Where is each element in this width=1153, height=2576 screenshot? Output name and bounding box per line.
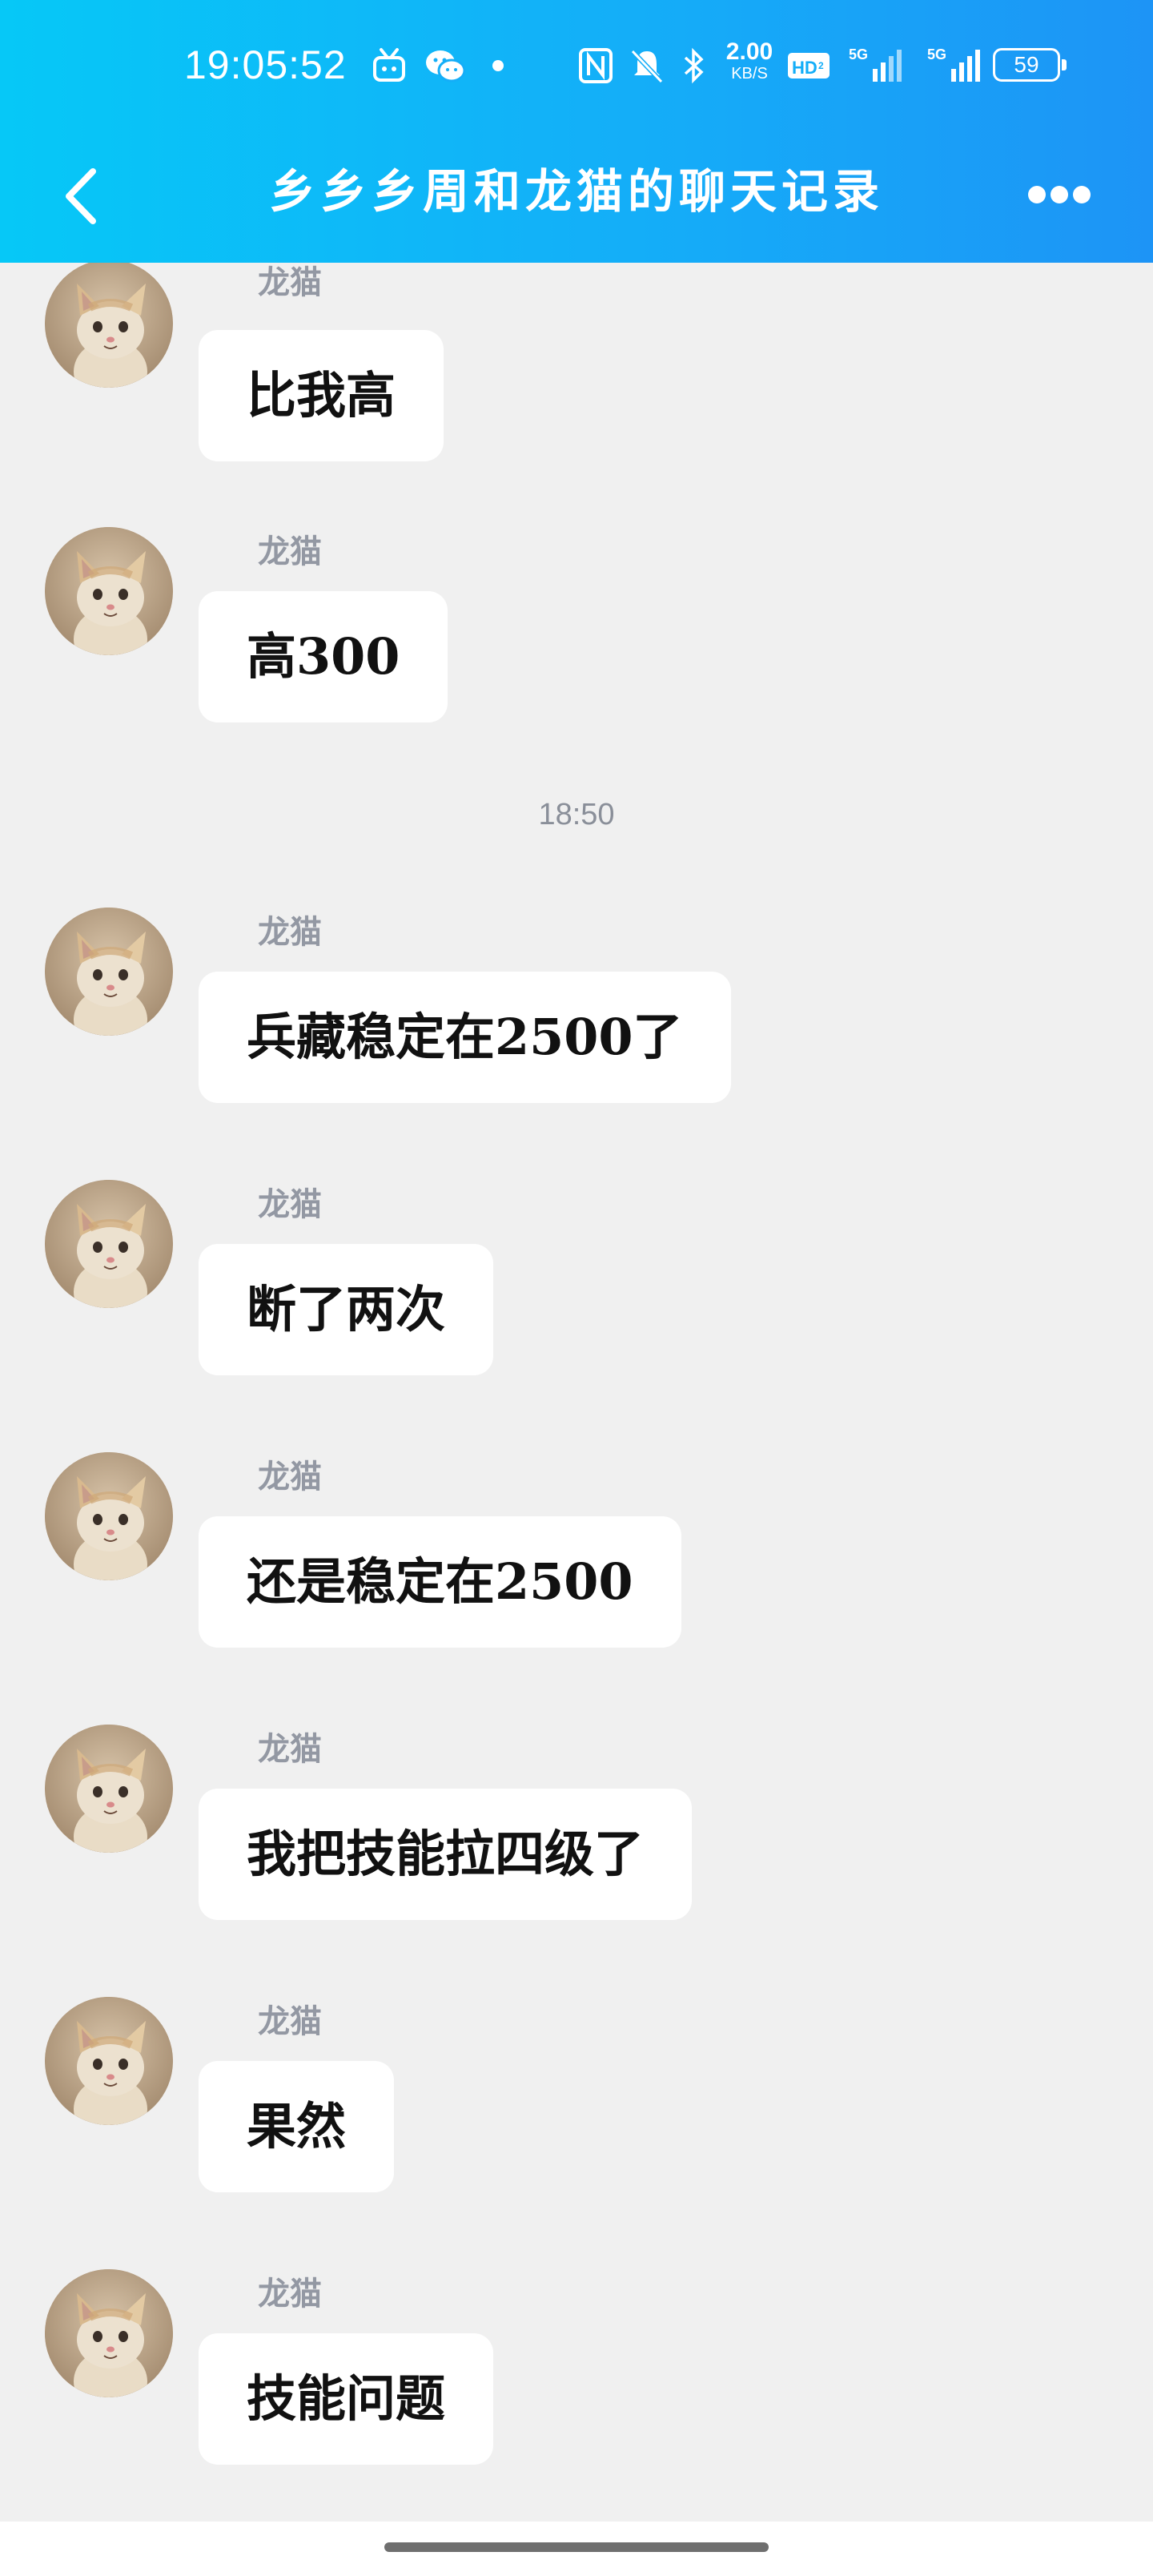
nav-bar: 乡乡乡周和龙猫的聊天记录 [0,131,1153,263]
status-bar: 19:05:52 2.00 KB/S HD 2 5G 5G 59 [0,0,1153,131]
message-bubble[interactable]: 断了两次 [199,1244,494,1375]
signal-5g-icon: 5G [927,46,980,82]
avatar[interactable] [45,2269,173,2397]
message-row: 龙猫 果然 [0,1997,1153,2237]
mute-icon [630,49,664,84]
message-bubble[interactable]: 我把技能拉四级了 [199,1789,693,1920]
message-row: 龙猫 高300 [0,527,1153,767]
sender-name: 龙猫 [258,2275,322,2312]
sender-name: 龙猫 [258,264,322,301]
message-bubble[interactable]: 还是稳定在2500 [199,1516,681,1648]
home-indicator[interactable] [384,2542,769,2552]
tv-icon [373,48,405,82]
wechat-icon [426,50,466,83]
avatar[interactable] [45,1725,173,1853]
sender-name: 龙猫 [258,913,322,951]
avatar[interactable] [45,1180,173,1308]
battery-indicator: 59 [993,48,1067,82]
message-row: 龙猫 兵藏稳定在2500了 [0,908,1153,1148]
message-bubble[interactable]: 比我高 [199,330,444,461]
message-row: 龙猫 我把技能拉四级了 [0,1725,1153,1965]
message-bubble[interactable]: 兵藏稳定在2500了 [199,972,731,1103]
sender-name: 龙猫 [258,2002,322,2040]
network-speed: 2.00 KB/S [725,38,773,83]
svg-text:5G: 5G [849,46,868,62]
chat-history[interactable]: 龙猫 比我高 龙猫 高300 18:50 龙猫 兵藏稳定在2500了 龙猫 断了… [0,263,1153,2522]
avatar[interactable] [45,527,173,655]
dot-icon [492,60,504,71]
avatar[interactable] [45,263,173,388]
svg-text:2: 2 [818,60,824,71]
message-row: 龙猫 断了两次 [0,1180,1153,1420]
message-bubble[interactable]: 技能问题 [199,2333,494,2465]
sender-name: 龙猫 [258,1458,322,1495]
message-timestamp: 18:50 [538,798,615,831]
message-bubble[interactable]: 果然 [199,2061,395,2192]
message-row: 龙猫 比我高 [0,263,1153,503]
top-bar: 19:05:52 2.00 KB/S HD 2 5G 5G 59 乡乡乡周和龙猫… [0,0,1153,263]
sender-name: 龙猫 [258,533,322,570]
hd-icon: HD 2 [788,53,830,78]
sender-name: 龙猫 [258,1185,322,1223]
status-time: 19:05:52 [184,42,347,87]
svg-text:HD: HD [792,58,818,78]
bottom-bar [0,2522,1153,2576]
page-title: 乡乡乡周和龙猫的聊天记录 [268,164,884,219]
avatar[interactable] [45,1997,173,2125]
avatar[interactable] [45,1452,173,1580]
signal-5g-icon: 5G [849,46,902,82]
message-row: 龙猫 技能问题 [0,2269,1153,2510]
message-row: 龙猫 还是稳定在2500 [0,1452,1153,1693]
chevron-left-icon[interactable] [48,160,120,232]
bluetooth-icon [684,47,704,84]
more-dots-icon[interactable] [1018,171,1099,219]
svg-text:5G: 5G [927,46,946,62]
message-bubble[interactable]: 高300 [199,591,448,722]
nfc-icon [579,48,613,83]
sender-name: 龙猫 [258,1730,322,1768]
avatar[interactable] [45,908,173,1036]
